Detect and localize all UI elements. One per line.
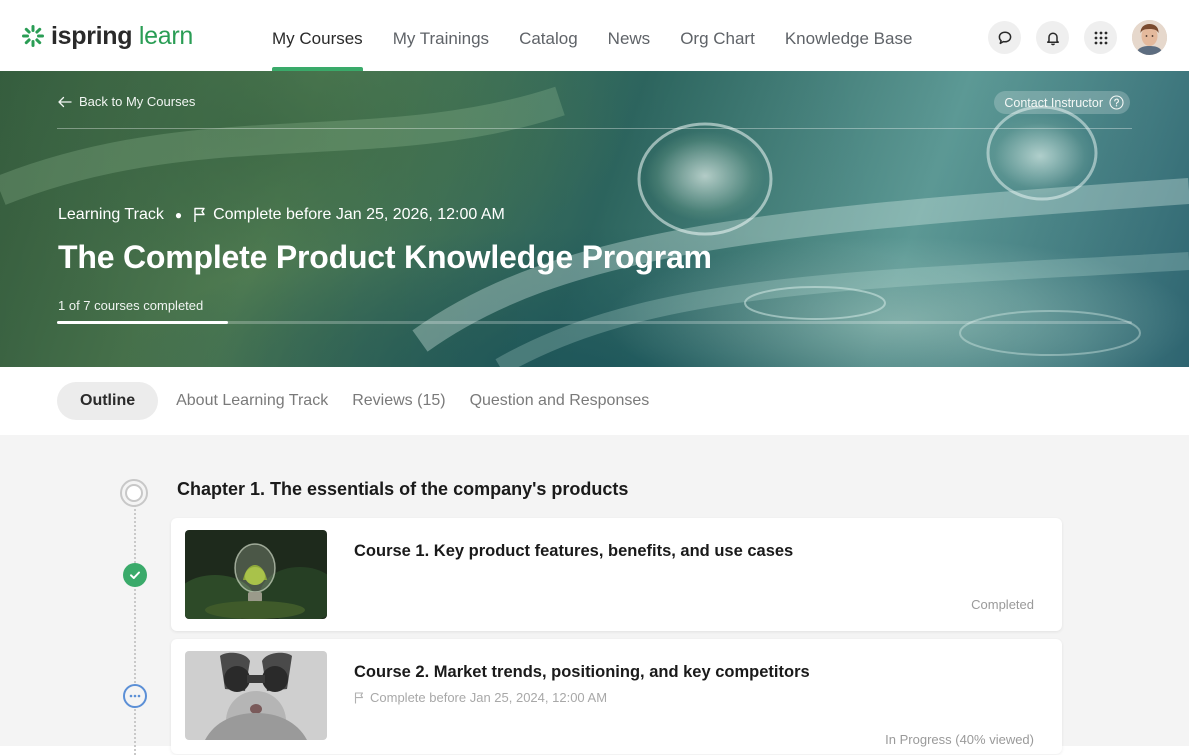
hero-banner: Back to My Courses Contact Instructor Le… — [0, 71, 1189, 367]
arrow-left-icon — [58, 96, 72, 107]
ispring-logo[interactable]: ispring learn — [21, 22, 193, 50]
in-progress-icon — [123, 684, 147, 708]
nav-knowledge-base[interactable]: Knowledge Base — [770, 0, 928, 71]
apps-button[interactable] — [1084, 21, 1117, 54]
help-icon — [1109, 95, 1124, 110]
course-2-deadline: Complete before Jan 25, 2024, 12:00 AM — [354, 690, 607, 705]
flag-icon — [354, 691, 364, 703]
course-2-deadline-label: Complete before Jan 25, 2024, 12:00 AM — [370, 690, 608, 705]
bell-icon — [1046, 31, 1059, 45]
user-avatar-image — [1132, 20, 1167, 55]
course-card-2[interactable]: Course 2. Market trends, positioning, an… — [171, 639, 1062, 754]
tab-reviews[interactable]: Reviews (15) — [352, 382, 465, 420]
outline-content: Chapter 1. The essentials of the company… — [0, 435, 1189, 755]
tab-question-and-responses[interactable]: Question and Responses — [470, 382, 670, 420]
nav-catalog[interactable]: Catalog — [504, 0, 593, 71]
nav-org-chart[interactable]: Org Chart — [665, 0, 770, 71]
binoculars-image — [185, 651, 327, 740]
flag-icon — [194, 207, 205, 222]
course-2-title: Course 2. Market trends, positioning, an… — [354, 663, 810, 681]
chapter-node-icon — [120, 479, 148, 507]
course-2-thumbnail — [185, 651, 327, 740]
back-link-label: Back to My Courses — [79, 94, 196, 109]
track-type-label: Learning Track — [58, 206, 164, 223]
chat-icon — [998, 30, 1011, 44]
chat-button[interactable] — [988, 21, 1021, 54]
tab-outline[interactable]: Outline — [57, 382, 159, 420]
main-nav: My Courses My Trainings Catalog News Org… — [257, 0, 927, 71]
course-1-status: Completed — [971, 597, 1034, 612]
course-1-thumbnail — [185, 530, 327, 619]
completed-check-icon — [123, 563, 147, 587]
hero-divider — [57, 128, 1132, 129]
course-1-title: Course 1. Key product features, benefits… — [354, 542, 794, 560]
top-actions — [988, 20, 1167, 55]
nav-my-trainings[interactable]: My Trainings — [378, 0, 504, 71]
timeline-line — [134, 505, 136, 755]
progress-label: 1 of 7 courses completed — [58, 298, 204, 313]
track-meta: Learning Track ● Complete before Jan 25,… — [58, 206, 505, 224]
top-bar: ispring learn My Courses My Trainings Ca… — [0, 0, 1189, 71]
chapter-title: Chapter 1. The essentials of the company… — [177, 479, 629, 499]
contact-instructor-label: Contact Instructor — [1004, 95, 1103, 110]
nav-news[interactable]: News — [593, 0, 666, 71]
lightbulb-image — [185, 530, 327, 619]
meta-separator: ● — [174, 208, 183, 222]
course-2-status: In Progress (40% viewed) — [885, 732, 1034, 747]
back-to-courses-link[interactable]: Back to My Courses — [57, 94, 195, 109]
apps-grid-icon — [1094, 31, 1107, 44]
page-title: The Complete Product Knowledge Program — [58, 239, 712, 275]
track-deadline: Complete before Jan 25, 2026, 12:00 AM — [213, 206, 505, 223]
user-avatar[interactable] — [1132, 20, 1167, 55]
logo-text: ispring learn — [51, 22, 193, 50]
progress-bar-fill — [57, 321, 228, 324]
notifications-button[interactable] — [1036, 21, 1069, 54]
nav-my-courses[interactable]: My Courses — [257, 0, 378, 71]
contact-instructor-button[interactable]: Contact Instructor — [994, 91, 1130, 114]
course-card-1[interactable]: Course 1. Key product features, benefits… — [171, 518, 1062, 631]
content-tabs: Outline About Learning Track Reviews (15… — [57, 382, 673, 420]
tab-about-learning-track[interactable]: About Learning Track — [176, 382, 348, 420]
logo-flower-icon — [22, 25, 44, 47]
progress-bar — [57, 321, 1132, 324]
